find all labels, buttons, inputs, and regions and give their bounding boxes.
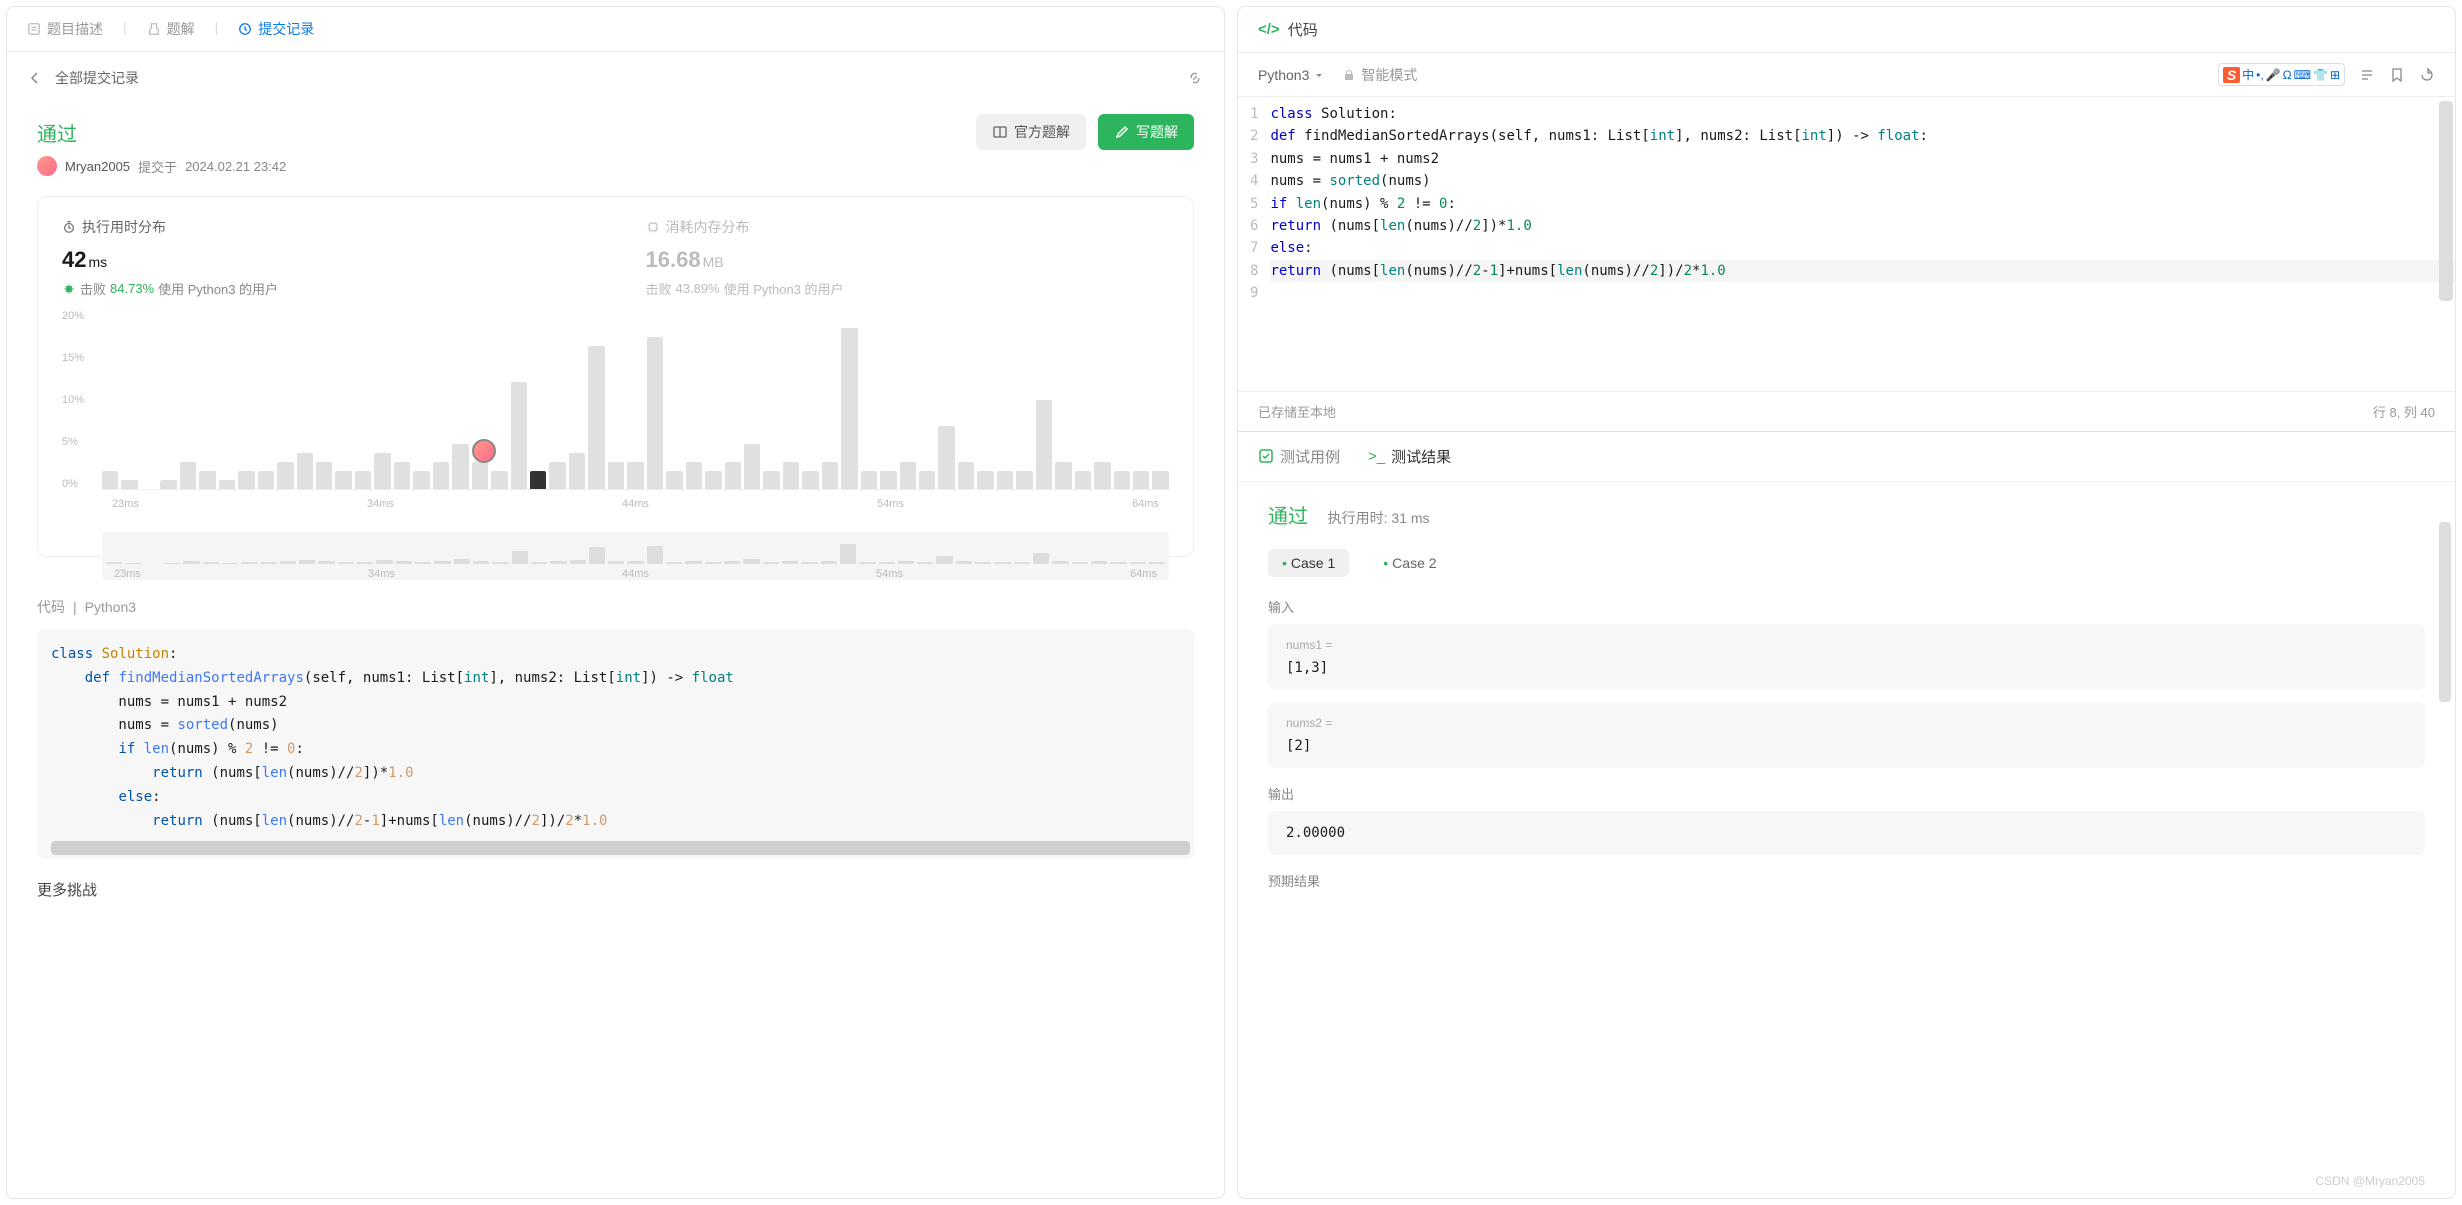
format-icon[interactable] <box>2359 67 2375 83</box>
tab-description[interactable]: 题目描述 <box>27 19 103 39</box>
official-solution-button[interactable]: 官方题解 <box>976 114 1086 150</box>
tab-submissions[interactable]: 提交记录 <box>238 19 314 39</box>
test-pass-label: 通过 <box>1268 506 1308 528</box>
runtime-chart[interactable]: 20% 15% 10% 5% 0% 23ms 34ms 44ms 54ms 64… <box>62 310 1169 540</box>
ime-indicator[interactable]: S 中 •, 🎤 Ω ⌨ 👕 ⊞ <box>2218 63 2345 86</box>
tab-testresult[interactable]: >_ 测试结果 <box>1368 446 1451 467</box>
back-icon[interactable] <box>27 70 43 86</box>
h-scrollbar[interactable] <box>51 841 1190 855</box>
submission-meta: Mryan2005 提交于 2024.02.21 23:42 <box>37 156 1194 176</box>
status-pass: 通过 <box>37 118 77 147</box>
stats-card: 执行用时分布 42ms 击败 84.73% 使用 Python3 的用户 <box>37 196 1194 557</box>
nums1-box[interactable]: nums1 = [1,3] <box>1268 624 2425 690</box>
output-box: 2.00000 <box>1268 811 2425 855</box>
watermark: CSDN @Mryan2005 <box>2315 1174 2425 1188</box>
code-icon: </> <box>1258 21 1280 38</box>
save-status: 已存储至本地 <box>1258 402 1336 421</box>
test-runtime: 执行用时: 31 ms <box>1328 510 1430 526</box>
output-label: 输出 <box>1268 784 2425 803</box>
case-tab-1[interactable]: •Case 1 <box>1268 549 1349 577</box>
code-header: 代码|Python3 <box>37 597 1194 617</box>
more-challenges: 更多挑战 <box>37 879 1194 900</box>
test-scrollbar[interactable] <box>2439 522 2451 702</box>
input-label: 输入 <box>1268 597 2425 616</box>
bookmark-icon[interactable] <box>2389 67 2405 83</box>
reset-icon[interactable] <box>2419 67 2435 83</box>
link-icon[interactable] <box>1186 69 1204 87</box>
tab-testcases[interactable]: 测试用例 <box>1258 446 1340 467</box>
language-select[interactable]: Python3 <box>1258 67 1325 83</box>
runtime-stat[interactable]: 执行用时分布 42ms 击败 84.73% 使用 Python3 的用户 <box>62 217 586 298</box>
write-solution-button[interactable]: 写题解 <box>1098 114 1194 150</box>
tab-solution[interactable]: 题解 <box>147 19 195 39</box>
submission-panel: 题目描述 | 题解 | 提交记录 全部提交记录 通过 <box>6 6 1225 1199</box>
nums2-box[interactable]: nums2 = [2] <box>1268 702 2425 768</box>
submitted-code: class Solution: def findMedianSortedArra… <box>37 629 1194 859</box>
code-editor[interactable]: 123456789 class Solution: def findMedian… <box>1238 97 2455 311</box>
chart-marker <box>472 439 496 463</box>
cursor-position: 行 8, 列 40 <box>2373 402 2435 421</box>
back-label[interactable]: 全部提交记录 <box>55 68 139 88</box>
case-tab-2[interactable]: •Case 2 <box>1369 549 1450 577</box>
memory-stat[interactable]: 消耗内存分布 16.68MB 击败 43.89% 使用 Python3 的用户 <box>646 217 1170 298</box>
lock-icon <box>1343 69 1355 81</box>
top-tabs: 题目描述 | 题解 | 提交记录 <box>7 7 1224 52</box>
username[interactable]: Mryan2005 <box>65 159 130 174</box>
avatar[interactable] <box>37 156 57 176</box>
mode-label: 智能模式 <box>1361 65 1417 85</box>
editor-scrollbar[interactable] <box>2439 101 2453 301</box>
code-header-label: 代码 <box>1288 19 1318 40</box>
expected-label: 预期结果 <box>1268 871 2425 890</box>
code-panel: </> 代码 Python3 智能模式 S 中 •, 🎤 Ω ⌨ � <box>1237 6 2456 1199</box>
